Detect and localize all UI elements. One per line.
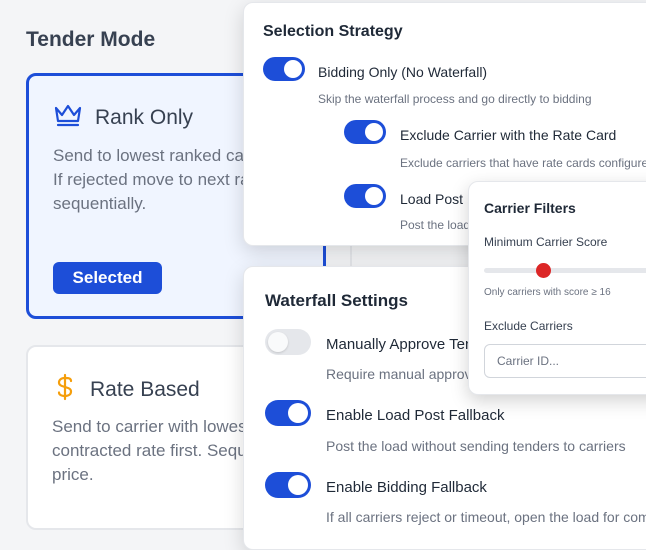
bidding-only-toggle[interactable] [263, 57, 305, 81]
manual-approve-toggle[interactable] [265, 329, 311, 355]
exclude-rate-card-label: Exclude Carrier with the Rate Card [400, 127, 617, 143]
load-post-fallback-label: Enable Load Post Fallback [326, 407, 505, 424]
selection-strategy-title: Selection Strategy [263, 23, 403, 40]
min-score-slider-track[interactable] [484, 268, 646, 273]
bidding-fallback-description: If all carriers reject or timeout, open … [326, 509, 646, 525]
load-post-label: Load Post [400, 191, 464, 207]
exclude-rate-card-toggle[interactable] [344, 120, 386, 144]
carrier-filters-panel: Carrier Filters Minimum Carrier Score On… [468, 181, 646, 395]
selected-button[interactable]: Selected [53, 262, 162, 294]
manual-approve-description: Require manual approval [326, 366, 483, 382]
bidding-fallback-toggle[interactable] [265, 472, 311, 498]
bidding-only-label: Bidding Only (No Waterfall) [318, 64, 488, 80]
exclude-rate-card-description: Exclude carriers that have rate cards co… [400, 156, 646, 170]
min-score-slider-thumb[interactable] [535, 263, 551, 278]
waterfall-settings-title: Waterfall Settings [265, 291, 408, 310]
crown-icon [53, 102, 83, 133]
min-score-label: Minimum Carrier Score [484, 235, 608, 249]
load-post-toggle[interactable] [344, 184, 386, 208]
rank-only-header: Rank Only [53, 102, 193, 133]
exclude-carriers-label: Exclude Carriers [484, 319, 573, 333]
load-post-fallback-toggle[interactable] [265, 400, 311, 426]
carrier-id-input[interactable] [484, 344, 646, 378]
rate-based-header: Rate Based [52, 373, 200, 406]
load-post-fallback-description: Post the load without sending tenders to… [326, 438, 626, 454]
tender-mode-title: Tender Mode [26, 28, 156, 51]
bidding-only-description: Skip the waterfall process and go direct… [318, 92, 592, 106]
bidding-fallback-label: Enable Bidding Fallback [326, 479, 487, 496]
rate-based-title: Rate Based [90, 377, 200, 401]
min-score-hint: Only carriers with score ≥ 16 [484, 287, 611, 298]
dollar-icon [52, 373, 78, 406]
load-post-description: Post the load [400, 218, 471, 232]
rank-only-title: Rank Only [95, 105, 194, 129]
carrier-filters-title: Carrier Filters [484, 200, 576, 216]
